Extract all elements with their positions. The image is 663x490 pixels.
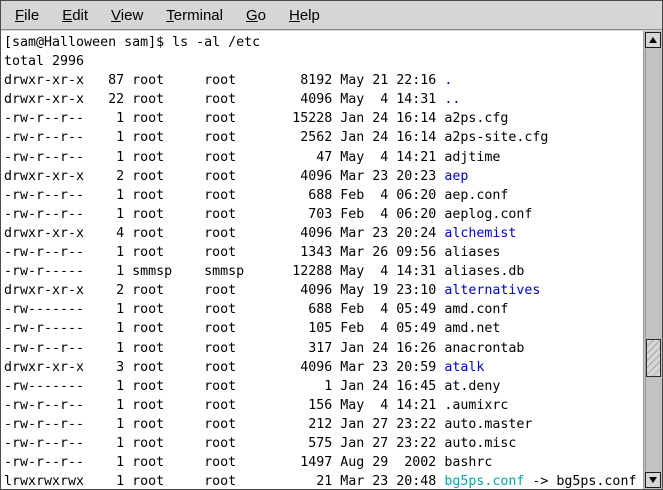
- file-row: -rw------- 1 root root 688 Feb 4 05:49 a…: [4, 300, 643, 319]
- file-name: auto.misc: [444, 436, 516, 451]
- directory-name: atalk: [444, 360, 484, 375]
- file-row: drwxr-xr-x 87 root root 8192 May 21 22:1…: [4, 71, 643, 90]
- file-name: bashrc: [444, 455, 492, 470]
- file-row: lrwxrwxrwx 1 root root 21 Mar 23 20:48 b…: [4, 472, 643, 489]
- file-name: .aumixrc: [444, 398, 508, 413]
- symlink-name: bg5ps.conf: [444, 474, 524, 489]
- file-row: drwxr-xr-x 2 root root 4096 Mar 23 20:23…: [4, 167, 643, 186]
- file-row: drwxr-xr-x 4 root root 4096 Mar 23 20:24…: [4, 224, 643, 243]
- directory-name: alchemist: [444, 226, 516, 241]
- scroll-up-button[interactable]: [645, 32, 661, 48]
- file-row: -rw-r--r-- 1 root root 156 May 4 14:21 .…: [4, 396, 643, 415]
- file-row: -rw-r--r-- 1 root root 1343 Mar 26 09:56…: [4, 243, 643, 262]
- file-row: -rw-r--r-- 1 root root 212 Jan 27 23:22 …: [4, 415, 643, 434]
- terminal-content: [sam@Halloween sam]$ ls -al /etc total 2…: [1, 31, 662, 489]
- menu-bar: File Edit View Terminal Go Help: [1, 1, 662, 30]
- file-row: -rw-r--r-- 1 root root 688 Feb 4 06:20 a…: [4, 186, 643, 205]
- file-name: a2ps-site.cfg: [444, 130, 548, 145]
- directory-name: .: [444, 73, 452, 88]
- menu-item-file[interactable]: File: [7, 4, 47, 27]
- file-row: drwxr-xr-x 2 root root 4096 May 19 23:10…: [4, 281, 643, 300]
- file-row: -rw-r--r-- 1 root root 15228 Jan 24 16:1…: [4, 109, 643, 128]
- file-row: drwxr-xr-x 3 root root 4096 Mar 23 20:59…: [4, 358, 643, 377]
- file-row: -rw-r--r-- 1 root root 1497 Aug 29 2002 …: [4, 453, 643, 472]
- menu-item-edit[interactable]: Edit: [54, 4, 96, 27]
- file-name: at.deny: [444, 379, 500, 394]
- file-row: -rw-r----- 1 root root 105 Feb 4 05:49 a…: [4, 319, 643, 338]
- directory-name: alternatives: [444, 283, 540, 298]
- directory-name: aep: [444, 169, 468, 184]
- file-row: -rw-r--r-- 1 root root 317 Jan 24 16:26 …: [4, 339, 643, 358]
- scrollbar-thumb[interactable]: [646, 339, 661, 377]
- file-name: anacrontab: [444, 341, 524, 356]
- file-row: -rw-r--r-- 1 root root 703 Feb 4 06:20 a…: [4, 205, 643, 224]
- scroll-down-icon: [649, 477, 657, 483]
- scrollbar[interactable]: [643, 31, 662, 489]
- file-name: auto.master: [444, 417, 532, 432]
- terminal-viewport[interactable]: [sam@Halloween sam]$ ls -al /etc total 2…: [1, 31, 643, 489]
- file-name: amd.conf: [444, 302, 508, 317]
- menu-item-help[interactable]: Help: [281, 4, 328, 27]
- file-row: -rw-r--r-- 1 root root 47 May 4 14:21 ad…: [4, 148, 643, 167]
- scroll-up-icon: [649, 37, 657, 43]
- file-name: amd.net: [444, 321, 500, 336]
- file-row: drwxr-xr-x 22 root root 4096 May 4 14:31…: [4, 90, 643, 109]
- file-name: adjtime: [444, 150, 500, 165]
- file-row: -rw------- 1 root root 1 Jan 24 16:45 at…: [4, 377, 643, 396]
- file-name: aliases.db: [444, 264, 524, 279]
- file-name: aliases: [444, 245, 500, 260]
- file-row: -rw-r--r-- 1 root root 2562 Jan 24 16:14…: [4, 128, 643, 147]
- file-name: aep.conf: [444, 188, 508, 203]
- menu-item-go[interactable]: Go: [238, 4, 274, 27]
- menu-item-terminal[interactable]: Terminal: [158, 4, 231, 27]
- menu-item-view[interactable]: View: [103, 4, 151, 27]
- file-name: a2ps.cfg: [444, 111, 508, 126]
- directory-name: ..: [444, 92, 460, 107]
- total-line: total 2996: [4, 52, 643, 71]
- prompt-line: [sam@Halloween sam]$ ls -al /etc: [4, 33, 643, 52]
- scroll-down-button[interactable]: [645, 472, 661, 488]
- file-row: -rw-r----- 1 smmsp smmsp 12288 May 4 14:…: [4, 262, 643, 281]
- terminal-window: File Edit View Terminal Go Help [sam@Hallowee…: [0, 0, 663, 490]
- file-row: -rw-r--r-- 1 root root 575 Jan 27 23:22 …: [4, 434, 643, 453]
- file-name: aeplog.conf: [444, 207, 532, 222]
- terminal-lines: drwxr-xr-x 87 root root 8192 May 21 22:1…: [4, 71, 643, 489]
- scrollbar-track[interactable]: [645, 49, 661, 471]
